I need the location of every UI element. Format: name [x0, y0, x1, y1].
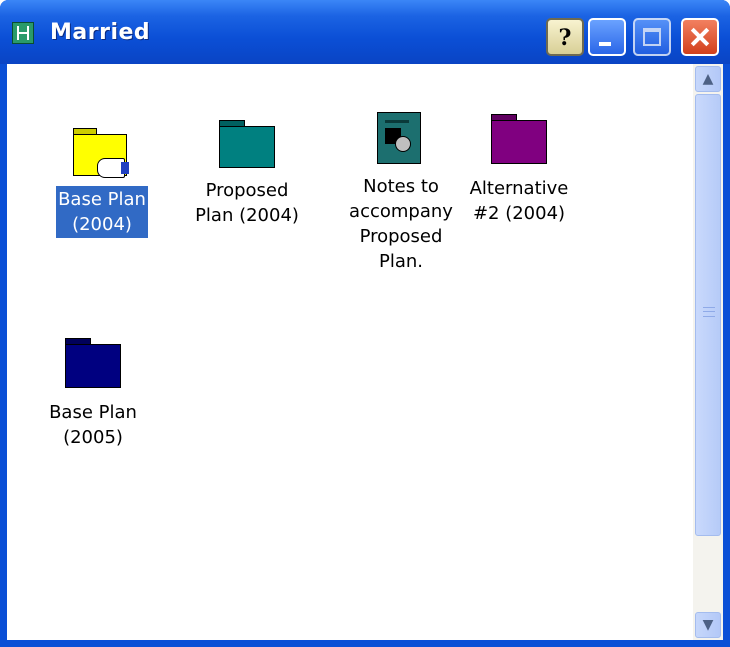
item-label: Base Plan: [58, 189, 146, 210]
folder-open-icon: [69, 128, 131, 180]
folder-icon: [217, 120, 277, 170]
item-label: Notes to: [363, 176, 439, 197]
folder-content: Base Plan (2004) Proposed Plan (2004) No…: [7, 64, 723, 640]
application-icon[interactable]: [12, 22, 34, 44]
list-item-notes-document[interactable]: Notes to accompany Proposed Plan.: [347, 110, 455, 285]
list-item-alternative-2-2004[interactable]: Alternative #2 (2004): [459, 112, 579, 237]
scrollbar-thumb[interactable]: [695, 94, 721, 536]
chevron-up-icon: ▲: [702, 71, 714, 87]
scroll-up-button[interactable]: ▲: [695, 66, 721, 92]
scroll-down-button[interactable]: ▼: [695, 612, 721, 638]
list-item-proposed-plan-2004[interactable]: Proposed Plan (2004): [185, 116, 309, 246]
title-bar[interactable]: Married ?: [0, 0, 730, 64]
item-label: #2 (2004): [472, 203, 566, 224]
window-title: Married: [50, 20, 151, 45]
grip-icon: [703, 307, 715, 317]
vertical-scrollbar[interactable]: ▲ ▼: [693, 64, 723, 640]
list-item-base-plan-2005[interactable]: Base Plan (2005): [37, 336, 149, 461]
list-item-base-plan-2004[interactable]: Base Plan (2004): [47, 122, 157, 242]
item-label: Alternative: [469, 178, 569, 199]
item-label: Plan (2004): [195, 205, 299, 226]
item-label: accompany: [349, 201, 453, 222]
help-icon: ?: [558, 25, 572, 51]
chevron-down-icon: ▼: [702, 617, 714, 633]
folder-icon: [63, 338, 123, 390]
item-label: Proposed: [205, 180, 289, 201]
item-label: Plan.: [378, 251, 423, 272]
item-label: (2004): [72, 214, 132, 235]
help-button[interactable]: ?: [546, 18, 584, 56]
folder-icon: [489, 114, 549, 166]
item-label: Proposed: [359, 226, 443, 247]
document-icon: [377, 112, 423, 164]
maximize-button[interactable]: [633, 18, 671, 56]
item-label: Base Plan: [49, 402, 137, 423]
item-label: (2005): [63, 427, 123, 448]
minimize-button[interactable]: [588, 18, 626, 56]
window: Married ? Base Plan (2004) Proposed Plan…: [0, 0, 730, 647]
close-button[interactable]: [681, 18, 719, 56]
